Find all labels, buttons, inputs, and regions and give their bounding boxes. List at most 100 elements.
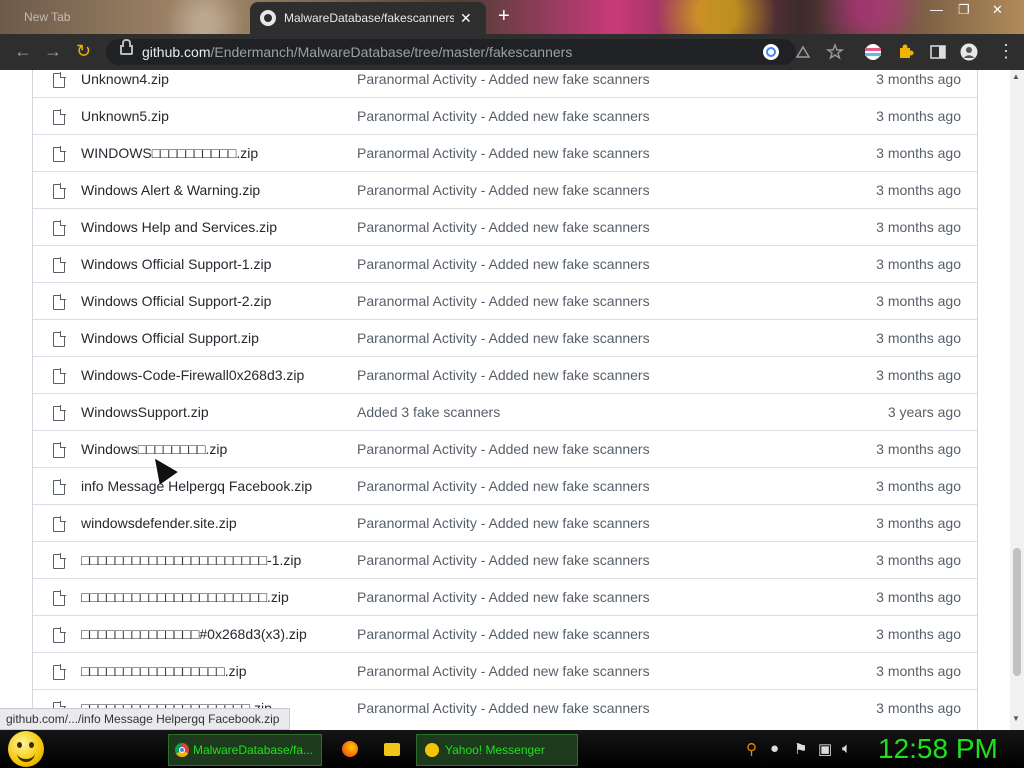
commit-message-link[interactable]: Paranormal Activity - Added new fake sca… bbox=[357, 256, 650, 272]
commit-age: 3 months ago bbox=[876, 219, 961, 235]
file-row[interactable]: □□□□□□□□□□□□□□□□□□□□□□.zip Paranormal Act… bbox=[33, 578, 977, 616]
commit-message-link[interactable]: Paranormal Activity - Added new fake sca… bbox=[357, 71, 650, 87]
commit-message-link[interactable]: Paranormal Activity - Added new fake sca… bbox=[357, 108, 650, 124]
file-name-link[interactable]: □□□□□□□□□□□□□□□□□□□□□□-1.zip bbox=[81, 552, 301, 568]
file-name-link[interactable]: Windows Official Support-2.zip bbox=[81, 293, 271, 309]
file-name-link[interactable]: info Message Helpergq Facebook.zip bbox=[81, 478, 312, 494]
file-icon bbox=[53, 590, 66, 606]
file-name-link[interactable]: □□□□□□□□□□□□□□#0x268d3(x3).zip bbox=[81, 626, 307, 642]
file-icon bbox=[53, 627, 66, 643]
taskbar-yahoo-button[interactable]: Yahoo! Messenger bbox=[416, 734, 578, 766]
extensions-puzzle-icon[interactable] bbox=[897, 43, 915, 61]
taskbar-chrome-button[interactable]: MalwareDatabase/fa... bbox=[168, 734, 322, 766]
file-row[interactable]: Windows Alert & Warning.zip Paranormal Ac… bbox=[33, 171, 977, 209]
commit-age: 3 months ago bbox=[876, 589, 961, 605]
file-row[interactable]: Windows Official Support.zip Paranormal A… bbox=[33, 319, 977, 357]
commit-message-link[interactable]: Paranormal Activity - Added new fake sca… bbox=[357, 478, 650, 494]
network-icon[interactable]: ▣ bbox=[818, 740, 832, 758]
page-scrollbar[interactable]: ▲ ▼ bbox=[1010, 70, 1024, 730]
active-tab[interactable]: MalwareDatabase/fakescanners ✕ bbox=[250, 2, 486, 34]
file-row[interactable]: WINDOWS□□□□□□□□□□.zip Paranormal Activity… bbox=[33, 134, 977, 172]
messenger-tray-icon[interactable]: ● bbox=[770, 740, 779, 757]
file-row[interactable]: Windows□□□□□□□□.zip Paranormal Activity -… bbox=[33, 430, 977, 468]
commit-message-link[interactable]: Paranormal Activity - Added new fake sca… bbox=[357, 626, 650, 642]
yahoo-messenger-icon bbox=[425, 743, 439, 757]
taskbar-firefox-button[interactable] bbox=[338, 734, 362, 764]
file-name-link[interactable]: WindowsSupport.zip bbox=[81, 404, 209, 420]
search-icon[interactable]: ⚲ bbox=[746, 740, 757, 758]
window-close-button[interactable]: ✕ bbox=[992, 2, 1003, 18]
file-name-link[interactable]: □□□□□□□□□□□□□□□□□□□□□□.zip bbox=[81, 589, 289, 605]
commit-message-link[interactable]: Paranormal Activity - Added new fake sca… bbox=[357, 700, 650, 716]
commit-message-link[interactable]: Paranormal Activity - Added new fake sca… bbox=[357, 552, 650, 568]
new-tab-button[interactable]: + bbox=[498, 6, 510, 26]
file-row[interactable]: Unknown4.zip Paranormal Activity - Added … bbox=[33, 70, 977, 98]
file-name-link[interactable]: □□□□□□□□□□□□□□□□□.zip bbox=[81, 663, 247, 679]
scroll-up-arrow-icon[interactable]: ▲ bbox=[1012, 72, 1020, 81]
file-row[interactable]: Windows Official Support-2.zip Paranormal… bbox=[33, 282, 977, 320]
file-row[interactable]: Unknown5.zip Paranormal Activity - Added … bbox=[33, 97, 977, 135]
side-panel-icon[interactable] bbox=[929, 43, 947, 61]
file-row[interactable]: windowsdefender.site.zip Paranormal Activ… bbox=[33, 504, 977, 542]
taskbar-clock[interactable]: 12:58 PM bbox=[878, 733, 998, 765]
maximize-button[interactable]: ❐ bbox=[958, 2, 970, 18]
file-name-link[interactable]: Windows Official Support-1.zip bbox=[81, 256, 271, 272]
file-name-link[interactable]: Windows Official Support.zip bbox=[81, 330, 259, 346]
start-button-smiley-icon[interactable] bbox=[8, 731, 44, 767]
lock-icon[interactable] bbox=[120, 39, 133, 55]
file-name-link[interactable]: Windows Help and Services.zip bbox=[81, 219, 277, 235]
file-icon bbox=[53, 220, 66, 236]
commit-message-link[interactable]: Paranormal Activity - Added new fake sca… bbox=[357, 589, 650, 605]
reload-button[interactable]: ↻ bbox=[76, 42, 91, 60]
commit-message-link[interactable]: Paranormal Activity - Added new fake sca… bbox=[357, 441, 650, 457]
file-row[interactable]: Windows Help and Services.zip Paranormal … bbox=[33, 208, 977, 246]
url-text[interactable]: github.com/Endermanch/MalwareDatabase/tr… bbox=[142, 44, 572, 60]
file-row[interactable]: □□□□□□□□□□□□□□□□□□□□□□-1.zip Paranormal A… bbox=[33, 541, 977, 579]
back-button[interactable]: ← bbox=[14, 42, 32, 60]
forward-button[interactable]: → bbox=[44, 42, 62, 60]
scrollbar-thumb[interactable] bbox=[1013, 548, 1021, 676]
commit-message-link[interactable]: Paranormal Activity - Added new fake sca… bbox=[357, 145, 650, 161]
commit-age: 3 months ago bbox=[876, 108, 961, 124]
action-center-flag-icon[interactable]: ⚑ bbox=[794, 740, 807, 758]
commit-message-link[interactable]: Paranormal Activity - Added new fake sca… bbox=[357, 182, 650, 198]
file-row[interactable]: Windows Official Support-1.zip Paranormal… bbox=[33, 245, 977, 283]
commit-message-link[interactable]: Paranormal Activity - Added new fake sca… bbox=[357, 367, 650, 383]
commit-age: 3 months ago bbox=[876, 700, 961, 716]
chrome-menu-button[interactable]: ⋮ bbox=[997, 42, 1015, 60]
profile-avatar-icon[interactable] bbox=[960, 43, 978, 61]
file-name-link[interactable]: WINDOWS□□□□□□□□□□.zip bbox=[81, 145, 258, 161]
volume-icon[interactable]: 🔈︎ bbox=[842, 740, 851, 757]
background-tab[interactable]: New Tab bbox=[10, 6, 254, 34]
page-content: Unknown4.zip Paranormal Activity - Added … bbox=[0, 70, 1010, 730]
commit-message-link[interactable]: Paranormal Activity - Added new fake sca… bbox=[357, 515, 650, 531]
scroll-down-arrow-icon[interactable]: ▼ bbox=[1012, 714, 1020, 723]
commit-message-link[interactable]: Paranormal Activity - Added new fake sca… bbox=[357, 293, 650, 309]
file-row[interactable]: WindowsSupport.zip Added 3 fake scanners 3… bbox=[33, 393, 977, 431]
file-icon bbox=[53, 109, 66, 125]
file-row[interactable]: □□□□□□□□□□□□□□#0x268d3(x3).zip Paranormal… bbox=[33, 615, 977, 653]
file-name-link[interactable]: Windows Alert & Warning.zip bbox=[81, 182, 260, 198]
chrome-icon bbox=[175, 743, 189, 757]
commit-message-link[interactable]: Paranormal Activity - Added new fake sca… bbox=[357, 663, 650, 679]
file-name-link[interactable]: windowsdefender.site.zip bbox=[81, 515, 237, 531]
extension-flag-icon[interactable] bbox=[864, 43, 882, 61]
file-name-link[interactable]: Windows□□□□□□□□.zip bbox=[81, 441, 227, 457]
google-icon[interactable] bbox=[762, 43, 780, 61]
file-icon bbox=[53, 479, 66, 495]
minimize-button[interactable]: — bbox=[930, 2, 943, 17]
file-name-link[interactable]: Unknown4.zip bbox=[81, 71, 169, 87]
tab-title: MalwareDatabase/fakescanners bbox=[284, 11, 454, 25]
bookmark-star-icon[interactable] bbox=[826, 43, 844, 61]
commit-message-link[interactable]: Paranormal Activity - Added new fake sca… bbox=[357, 219, 650, 235]
share-icon[interactable] bbox=[794, 43, 812, 61]
commit-message-link[interactable]: Paranormal Activity - Added new fake sca… bbox=[357, 330, 650, 346]
file-row[interactable]: Windows-Code-Firewall0x268d3.zip Paranorm… bbox=[33, 356, 977, 394]
file-name-link[interactable]: Windows-Code-Firewall0x268d3.zip bbox=[81, 367, 304, 383]
file-name-link[interactable]: Unknown5.zip bbox=[81, 108, 169, 124]
tab-close-button[interactable]: ✕ bbox=[460, 10, 472, 27]
address-bar[interactable]: github.com/Endermanch/MalwareDatabase/tr… bbox=[106, 39, 796, 65]
commit-message-link[interactable]: Added 3 fake scanners bbox=[357, 404, 500, 420]
file-row[interactable]: □□□□□□□□□□□□□□□□□.zip Paranormal Activity… bbox=[33, 652, 977, 690]
taskbar-explorer-button[interactable] bbox=[380, 734, 404, 764]
